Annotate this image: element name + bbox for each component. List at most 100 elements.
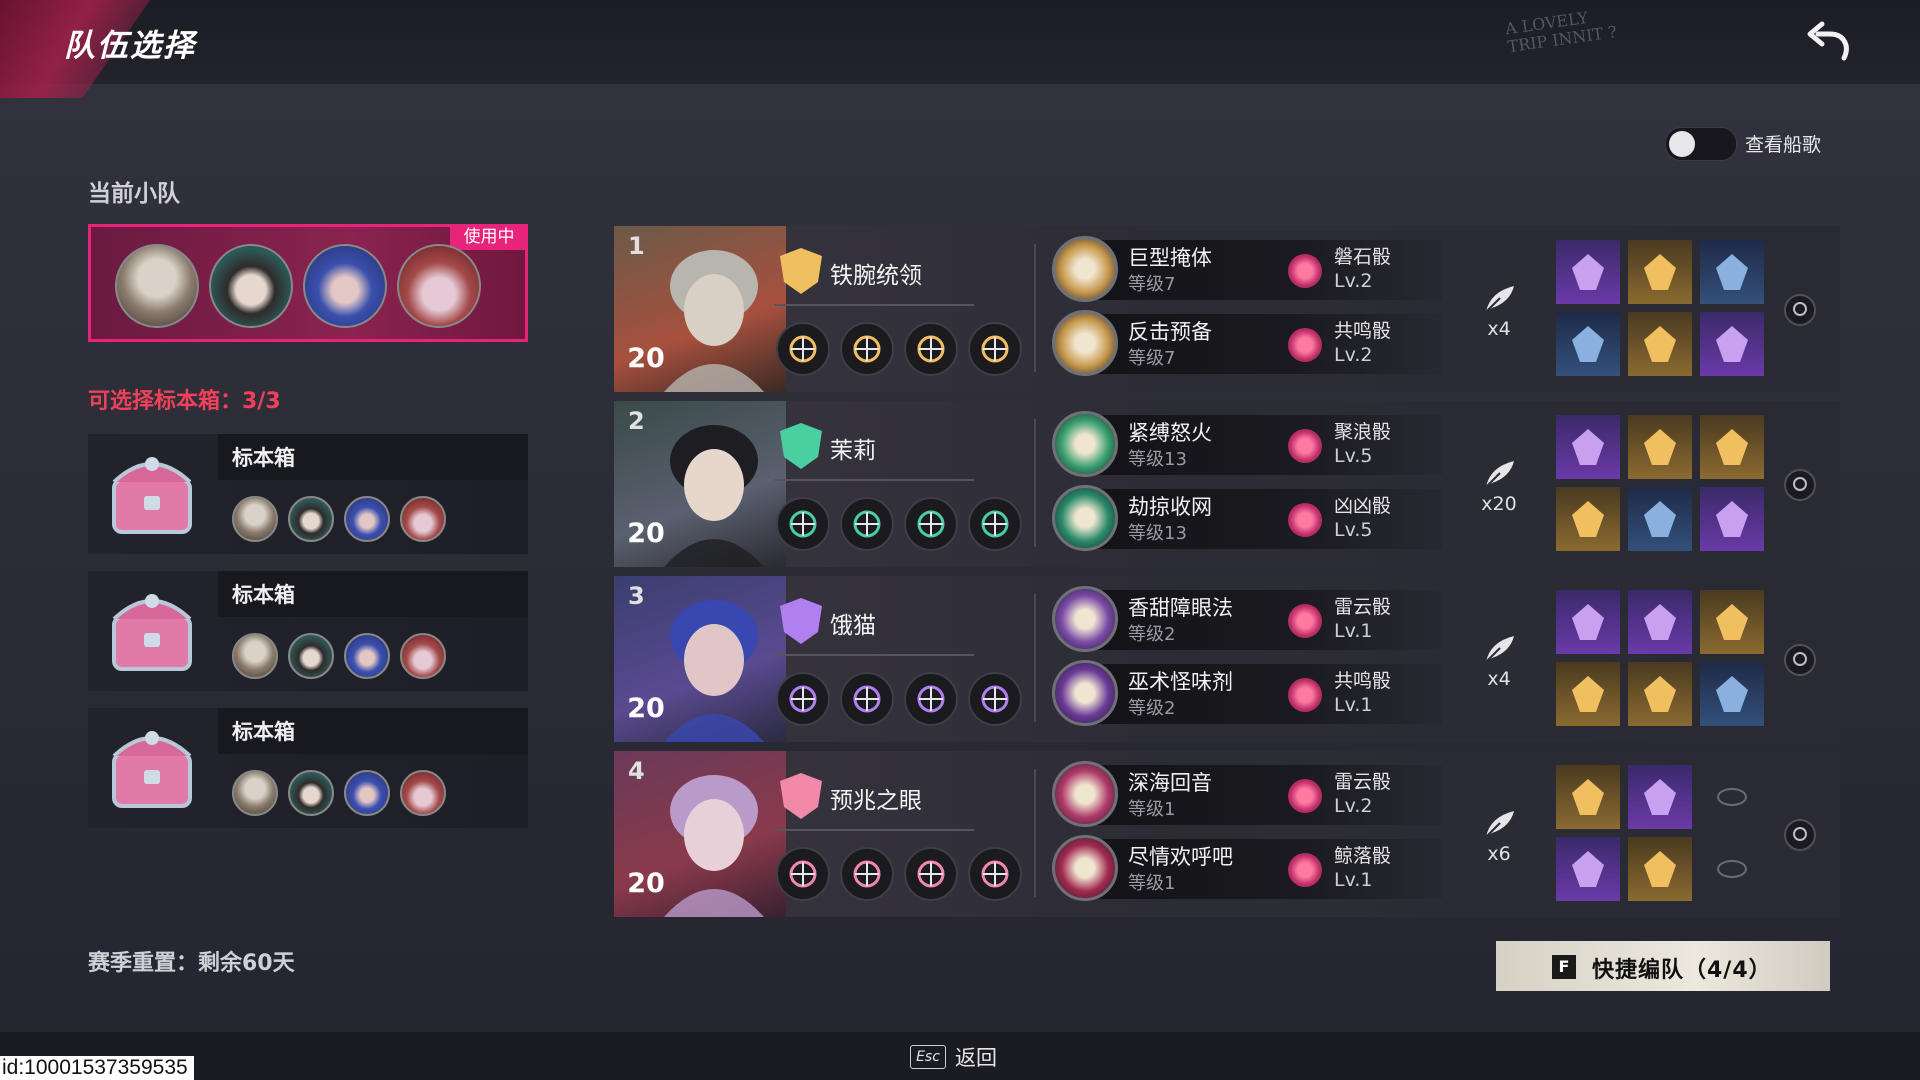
item-icon [1572,501,1604,537]
skill-icon[interactable] [840,322,894,376]
ability-slot[interactable]: 反击预备 等级7 共鸣骰 Lv.2 [1052,308,1442,376]
box-character-2-avatar [288,633,334,679]
equipment-item[interactable] [1700,240,1764,304]
ship-song-toggle[interactable] [1665,127,1737,161]
current-squad-card[interactable]: 使用中 [88,224,528,342]
equipment-item[interactable] [1556,590,1620,654]
quick-formation-button[interactable]: F 快捷编队（4/4） [1496,941,1830,991]
level-badge: 20 [614,684,678,736]
ability-slot[interactable]: 巫术怪味剂 等级2 共鸣骰 Lv.1 [1052,658,1442,726]
die-icon [1288,328,1322,362]
esc-key-icon[interactable]: Esc [910,1045,946,1069]
equipment-item[interactable] [1628,487,1692,551]
f-key-icon: F [1552,955,1576,979]
item-icon [1572,326,1604,362]
ability-icon [1052,660,1118,726]
team-row[interactable]: 4 20 预兆之眼 深海回音 等级1 雷云骰 Lv.2 尽情欢呼吧 等级1 鲸落骰 Lv.1 x6 [614,751,1840,917]
ability-icon [1052,236,1118,302]
skill-icon[interactable] [904,847,958,901]
equipment-item[interactable] [1628,590,1692,654]
inspect-magnifier-icon[interactable] [1784,644,1816,676]
specimen-box-icon [112,457,192,534]
ability-slot[interactable]: 香甜障眼法 等级2 雷云骰 Lv.1 [1052,584,1442,652]
role-emblem-icon [774,596,828,646]
equipment-item[interactable] [1700,312,1764,376]
skill-icon[interactable] [968,672,1022,726]
equipment-item[interactable] [1700,590,1764,654]
feather-count: x4 [1487,668,1511,690]
equipment-item[interactable] [1628,765,1692,829]
player-id: id:10001537359535 [0,1056,194,1080]
equipment-item[interactable] [1628,312,1692,376]
equipment-item[interactable] [1556,312,1620,376]
equipment-item[interactable] [1700,415,1764,479]
die-level: Lv.1 [1334,694,1373,716]
item-icon [1572,779,1604,815]
inspect-magnifier-icon[interactable] [1784,294,1816,326]
item-icon [1716,326,1748,362]
skill-icon[interactable] [904,322,958,376]
item-icon [1644,501,1676,537]
row-divider [1034,594,1036,722]
team-row[interactable]: 1 20 铁腕统领 巨型掩体 等级7 磐石骰 Lv.2 反击预备 等级7 共鸣骰 Lv.2 x4 [614,226,1840,392]
ability-slot[interactable]: 紧缚怒火 等级13 聚浪骰 Lv.5 [1052,409,1442,477]
item-icon [1644,851,1676,887]
skill-icon[interactable] [776,322,830,376]
die-name: 共鸣骰 [1334,320,1392,342]
ability-icon [1052,411,1118,477]
equipment-item[interactable] [1700,662,1764,726]
back-arrow-icon[interactable] [1800,18,1860,68]
box-character-1-avatar [232,770,278,816]
equipment-item[interactable] [1556,415,1620,479]
die-name: 雷云骰 [1334,596,1392,618]
ability-slot[interactable]: 劫掠收网 等级13 凶凶骰 Lv.5 [1052,483,1442,551]
team-row[interactable]: 3 20 饿猫 香甜障眼法 等级2 雷云骰 Lv.1 巫术怪味剂 等级2 共鸣骰 Lv.1 x4 [614,576,1840,742]
equipment-item[interactable] [1700,487,1764,551]
equipment-item[interactable] [1628,240,1692,304]
equipment-item[interactable] [1556,487,1620,551]
equipment-item[interactable] [1556,765,1620,829]
ability-slot[interactable]: 深海回音 等级1 雷云骰 Lv.2 [1052,759,1442,827]
item-icon [1716,254,1748,290]
die-icon [1288,678,1322,712]
specimen-box-2[interactable]: 标本箱 [88,571,528,691]
specimen-box-1[interactable]: 标本箱 [88,434,528,554]
skill-icon[interactable] [840,497,894,551]
ability-name: 反击预备 [1128,320,1212,344]
equipment-item[interactable] [1700,765,1764,829]
box-name: 标本箱 [232,446,295,470]
item-icon [1644,326,1676,362]
skill-icon[interactable] [840,672,894,726]
skill-icon[interactable] [776,847,830,901]
return-button[interactable]: 返回 [955,1042,997,1072]
feather-count: x4 [1487,318,1511,340]
ability-name: 巨型掩体 [1128,246,1212,270]
equipment-item[interactable] [1628,837,1692,901]
skill-icon[interactable] [968,847,1022,901]
equipment-item[interactable] [1556,240,1620,304]
row-divider [1034,244,1036,372]
equipment-item[interactable] [1556,837,1620,901]
skill-icon[interactable] [904,497,958,551]
ability-name: 深海回音 [1128,771,1212,795]
skill-icon[interactable] [776,497,830,551]
skill-icon[interactable] [776,672,830,726]
specimen-box-3[interactable]: 标本箱 [88,708,528,828]
level-badge: 20 [614,334,678,386]
skill-icon[interactable] [968,497,1022,551]
equipment-item[interactable] [1628,415,1692,479]
inspect-magnifier-icon[interactable] [1784,819,1816,851]
equipment-item[interactable] [1700,837,1764,901]
skill-icon[interactable] [904,672,958,726]
die-name: 凶凶骰 [1334,495,1392,517]
team-row[interactable]: 2 20 茉莉 紧缚怒火 等级13 聚浪骰 Lv.5 劫掠收网 等级13 凶凶骰 Lv.5 x20 [614,401,1840,567]
die-icon [1288,429,1322,463]
skill-icon[interactable] [968,322,1022,376]
skill-icon[interactable] [840,847,894,901]
ability-icon [1052,586,1118,652]
equipment-item[interactable] [1556,662,1620,726]
ability-slot[interactable]: 尽情欢呼吧 等级1 鲸落骰 Lv.1 [1052,833,1442,901]
ability-slot[interactable]: 巨型掩体 等级7 磐石骰 Lv.2 [1052,234,1442,302]
equipment-item[interactable] [1628,662,1692,726]
inspect-magnifier-icon[interactable] [1784,469,1816,501]
